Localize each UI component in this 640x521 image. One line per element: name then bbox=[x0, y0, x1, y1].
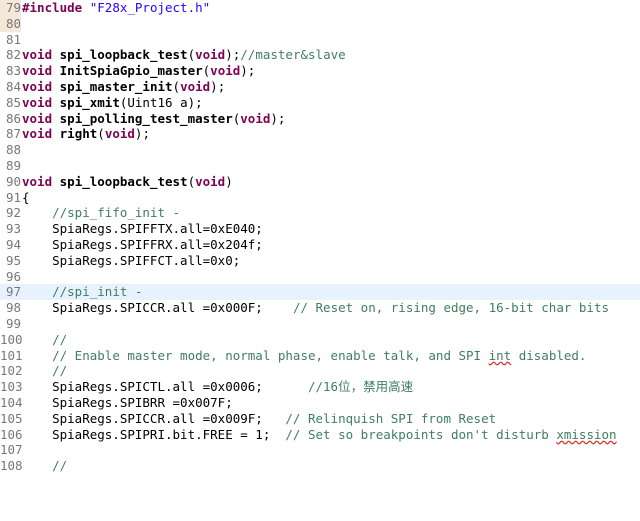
code-line[interactable]: 85 void spi_xmit(Uint16 a); bbox=[0, 95, 640, 111]
code-line[interactable]: 104 SpiaRegs.SPIBRR =0x007F; bbox=[0, 395, 640, 411]
line-code: // Enable master mode, normal phase, ena… bbox=[52, 347, 587, 363]
line-code: SpiaRegs.SPICCR.all =0x000F; // Reset on… bbox=[22, 300, 610, 316]
line-code: SpiaRegs.SPIFFRX.all=0x204f; bbox=[22, 236, 263, 252]
line-number: 103 bbox=[0, 379, 23, 395]
line-number: 104 bbox=[0, 394, 23, 410]
line-number: 106 bbox=[0, 426, 23, 442]
line-number: 81 bbox=[5, 31, 21, 47]
line-number: 86 bbox=[5, 110, 21, 126]
code-line[interactable]: 80 bbox=[0, 15, 640, 32]
line-number: 97 bbox=[5, 284, 21, 300]
code-line[interactable]: 101 // Enable master mode, normal phase,… bbox=[0, 348, 640, 364]
line-number: 88 bbox=[5, 142, 21, 158]
code-line[interactable]: 107 bbox=[0, 442, 640, 458]
line-code: void spi_xmit(Uint16 a); bbox=[22, 94, 203, 110]
code-line[interactable]: 86 void spi_polling_test_master(void); bbox=[0, 111, 640, 127]
code-line[interactable]: 102 // bbox=[0, 363, 640, 379]
code-line[interactable]: 91 { bbox=[0, 190, 640, 206]
line-number: 100 bbox=[0, 331, 23, 347]
line-number: 84 bbox=[5, 78, 21, 94]
line-number: 98 bbox=[5, 300, 21, 316]
line-number: 91 bbox=[5, 189, 21, 205]
code-line[interactable]: 108 // bbox=[0, 458, 640, 474]
code-line[interactable]: 95 SpiaRegs.SPIFFCT.all=0x0; bbox=[0, 253, 640, 269]
line-number: 99 bbox=[5, 315, 21, 331]
code-line-current[interactable]: 97 //spi_init - bbox=[0, 284, 640, 301]
line-code: SpiaRegs.SPIPRI.bit.FREE = 1; // Set so … bbox=[22, 426, 617, 442]
line-code: void InitSpiaGpio_master(void); bbox=[22, 63, 256, 79]
line-code: // bbox=[52, 458, 68, 474]
code-line[interactable]: 82 void spi_loopback_test(void);//master… bbox=[0, 47, 640, 63]
line-code: SpiaRegs.SPIFFCT.all=0x0; bbox=[22, 252, 241, 268]
line-number: 102 bbox=[0, 363, 23, 379]
line-code: void spi_polling_test_master(void); bbox=[22, 110, 286, 126]
code-line[interactable]: 106 SpiaRegs.SPIPRI.bit.FREE = 1; // Set… bbox=[0, 427, 640, 443]
line-number: 108 bbox=[0, 458, 23, 474]
line-number: 80 bbox=[0, 15, 21, 32]
line-code: //spi_init - bbox=[52, 284, 143, 300]
code-line[interactable]: 103 SpiaRegs.SPICTL.all =0x0006; //16位，禁… bbox=[0, 379, 640, 395]
line-number: 79 bbox=[0, 0, 21, 16]
line-number: 93 bbox=[5, 221, 21, 237]
code-line[interactable]: 99 bbox=[0, 316, 640, 332]
code-line[interactable]: 81 bbox=[0, 32, 640, 48]
line-number: 89 bbox=[5, 157, 21, 173]
line-number: 92 bbox=[5, 205, 21, 221]
line-code: //spi_fifo_init - bbox=[52, 205, 181, 221]
code-line[interactable]: 98 SpiaRegs.SPICCR.all =0x000F; // Reset… bbox=[0, 300, 640, 316]
line-number: 105 bbox=[0, 410, 23, 426]
line-number: 82 bbox=[5, 47, 21, 63]
code-line[interactable]: 88 bbox=[0, 142, 640, 158]
code-line[interactable]: 100 // bbox=[0, 332, 640, 348]
code-editor[interactable]: 79 #include "F28x_Project.h" 80 81 82 vo… bbox=[0, 0, 640, 474]
line-code: // bbox=[52, 331, 68, 347]
line-number: 90 bbox=[5, 173, 21, 189]
line-code: #include "F28x_Project.h" bbox=[22, 0, 211, 15]
code-line[interactable]: 96 bbox=[0, 269, 640, 285]
code-line[interactable]: 89 bbox=[0, 158, 640, 174]
code-line[interactable]: 79 #include "F28x_Project.h" bbox=[0, 0, 640, 16]
code-line[interactable]: 83 void InitSpiaGpio_master(void); bbox=[0, 63, 640, 79]
line-number: 87 bbox=[5, 126, 21, 142]
line-code: void spi_master_init(void); bbox=[22, 78, 226, 94]
line-number: 95 bbox=[5, 252, 21, 268]
code-line[interactable]: 84 void spi_master_init(void); bbox=[0, 79, 640, 95]
line-code: SpiaRegs.SPICTL.all =0x0006; //16位，禁用高速 bbox=[22, 379, 414, 395]
line-code: { bbox=[22, 189, 30, 205]
code-line[interactable]: 87 void right(void); bbox=[0, 126, 640, 142]
line-code: void spi_loopback_test(void);//master&sl… bbox=[22, 47, 346, 63]
line-code: SpiaRegs.SPICCR.all =0x009F; // Relinqui… bbox=[22, 410, 497, 426]
line-number: 101 bbox=[0, 347, 23, 363]
line-number: 83 bbox=[5, 63, 21, 79]
line-code: void right(void); bbox=[22, 126, 150, 142]
code-line[interactable]: 94 SpiaRegs.SPIFFRX.all=0x204f; bbox=[0, 237, 640, 253]
code-line[interactable]: 93 SpiaRegs.SPIFFTX.all=0xE040; bbox=[0, 221, 640, 237]
code-line[interactable]: 105 SpiaRegs.SPICCR.all =0x009F; // Reli… bbox=[0, 411, 640, 427]
line-number: 96 bbox=[5, 268, 21, 284]
line-code: // bbox=[52, 363, 68, 379]
line-number: 107 bbox=[0, 442, 23, 458]
line-number: 94 bbox=[5, 236, 21, 252]
line-code: void spi_loopback_test(void) bbox=[22, 173, 233, 189]
line-number: 85 bbox=[5, 94, 21, 110]
code-line[interactable]: 92 //spi_fifo_init - bbox=[0, 205, 640, 221]
code-line[interactable]: 90 void spi_loopback_test(void) bbox=[0, 174, 640, 190]
line-code: SpiaRegs.SPIFFTX.all=0xE040; bbox=[22, 221, 263, 237]
line-code: SpiaRegs.SPIBRR =0x007F; bbox=[22, 394, 233, 410]
